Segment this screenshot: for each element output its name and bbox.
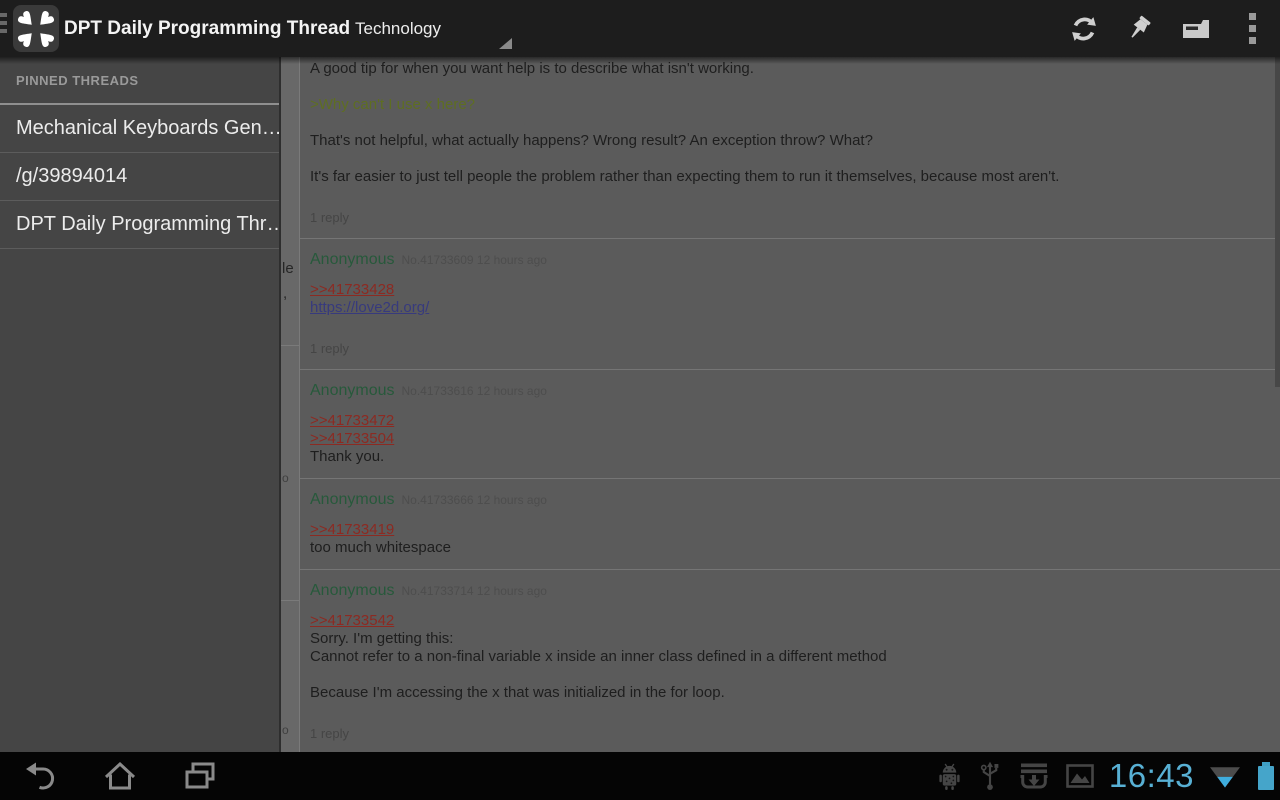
external-link[interactable]: https://love2d.org/ xyxy=(310,299,429,316)
post-text: too much whitespace xyxy=(310,539,451,556)
post-text: A good tip for when you want help is to … xyxy=(310,60,754,77)
overflow-menu-icon xyxy=(1249,13,1256,44)
post-paragraph: >>41733419too much whitespace xyxy=(310,521,1270,557)
pin-icon xyxy=(1125,14,1155,44)
nav-buttons xyxy=(0,752,240,800)
recents-button[interactable] xyxy=(160,752,240,800)
home-button[interactable] xyxy=(80,752,160,800)
app-screen: DPT Daily Programming Thread Technology xyxy=(0,0,1280,800)
background-text-fragment: , xyxy=(283,285,287,302)
post-paragraph: That's not helpful, what actually happen… xyxy=(310,132,1270,150)
quote-link[interactable]: >>41733542 xyxy=(310,612,394,629)
post-text: That's not helpful, what actually happen… xyxy=(310,132,873,149)
background-divider xyxy=(281,345,299,346)
background-text-fragment: le xyxy=(282,260,294,277)
clock: 16:43 xyxy=(1109,752,1194,800)
drawer-header: PINNED THREADS xyxy=(0,57,279,103)
poster-name: Anonymous xyxy=(310,382,395,399)
clover-icon xyxy=(14,7,58,51)
post-number-and-time: No.41733609 12 hours ago xyxy=(402,253,547,267)
thread-posts-panel[interactable]: A good tip for when you want help is to … xyxy=(299,57,1280,752)
scrollbar-thumb[interactable] xyxy=(1275,57,1280,387)
post-paragraph: >>41733472>>41733504Thank you. xyxy=(310,412,1270,466)
post[interactable]: Anonymous No.41733616 12 hours ago >>41733… xyxy=(300,370,1280,478)
system-nav-bar: 16:43 xyxy=(0,752,1280,800)
navigation-drawer: PINNED THREADS Mechanical Keyboards Gen…… xyxy=(0,57,281,752)
post-paragraph: It's far easier to just tell people the … xyxy=(310,168,1270,186)
post[interactable]: Anonymous No.41733714 12 hours ago >>41733… xyxy=(300,570,1280,752)
board-spinner-label: Technology xyxy=(355,0,441,57)
reply-count[interactable]: 1 reply xyxy=(310,210,1270,226)
post-text: Cannot refer to a non-final variable x i… xyxy=(310,648,887,665)
post-paragraph: Because I'm accessing the x that was ini… xyxy=(310,684,1270,702)
back-icon xyxy=(20,756,60,796)
quote-link[interactable]: >>41733472 xyxy=(310,412,394,429)
content-area: le , o o A good tip for when you want he… xyxy=(0,57,1280,752)
post[interactable]: A good tip for when you want help is to … xyxy=(300,57,1280,238)
battery-icon xyxy=(1258,762,1274,790)
refresh-icon xyxy=(1069,14,1099,44)
pin-button[interactable] xyxy=(1112,0,1168,57)
pinned-thread-item[interactable]: DPT Daily Programming Thr… xyxy=(0,201,279,249)
post-header: Anonymous No.41733609 12 hours ago xyxy=(310,251,1270,269)
overflow-menu-button[interactable] xyxy=(1224,0,1280,57)
download-icon xyxy=(1017,761,1051,792)
action-bar: DPT Daily Programming Thread Technology xyxy=(0,0,1280,57)
home-icon xyxy=(100,756,140,796)
quote-link[interactable]: >>41733419 xyxy=(310,521,394,538)
menu-icon[interactable] xyxy=(0,13,7,37)
background-divider xyxy=(281,600,299,601)
reply-count[interactable]: 1 reply xyxy=(310,726,1270,742)
app-logo-clover-icon[interactable] xyxy=(13,5,59,52)
greentext: >Why can't I use x here? xyxy=(310,96,475,113)
post[interactable]: Anonymous No.41733666 12 hours ago >>41733… xyxy=(300,479,1280,569)
reply-icon xyxy=(1181,17,1211,41)
recents-icon xyxy=(180,756,220,796)
dimmed-background-pane: le , o o xyxy=(281,57,299,752)
back-button[interactable] xyxy=(0,752,80,800)
post-number-and-time: No.41733714 12 hours ago xyxy=(402,584,547,598)
post-paragraph: >>41733428https://love2d.org/ xyxy=(310,281,1270,317)
poster-name: Anonymous xyxy=(310,491,395,508)
action-bar-buttons xyxy=(1056,0,1280,57)
pinned-thread-item[interactable]: Mechanical Keyboards Gen… xyxy=(0,105,279,153)
gallery-icon xyxy=(1065,763,1095,789)
quote-link[interactable]: >>41733504 xyxy=(310,430,394,447)
post-header: Anonymous No.41733666 12 hours ago xyxy=(310,491,1270,509)
post-text: Thank you. xyxy=(310,448,384,465)
usb-icon xyxy=(977,760,1003,792)
post-header: Anonymous No.41733616 12 hours ago xyxy=(310,382,1270,400)
spinner-caret-icon xyxy=(499,38,512,49)
quote-link[interactable]: >>41733428 xyxy=(310,281,394,298)
post-text: It's far easier to just tell people the … xyxy=(310,168,1059,185)
post-paragraph: >>41733542Sorry. I'm getting this:Cannot… xyxy=(310,612,1270,666)
background-text-fragment: o xyxy=(282,471,289,485)
reply-count[interactable]: 1 reply xyxy=(310,341,1270,357)
post-number-and-time: No.41733616 12 hours ago xyxy=(402,384,547,398)
status-tray[interactable]: 16:43 xyxy=(936,752,1274,800)
post-header: Anonymous No.41733714 12 hours ago xyxy=(310,582,1270,600)
post-text: Sorry. I'm getting this: xyxy=(310,630,453,647)
wifi-icon xyxy=(1210,765,1240,788)
background-text-fragment: o xyxy=(282,723,289,737)
post[interactable]: Anonymous No.41733609 12 hours ago >>41733… xyxy=(300,239,1280,369)
page-title: DPT Daily Programming Thread xyxy=(64,0,350,57)
reply-button[interactable] xyxy=(1168,0,1224,57)
poster-name: Anonymous xyxy=(310,582,395,599)
post-number-and-time: No.41733666 12 hours ago xyxy=(402,493,547,507)
post-paragraph: >Why can't I use x here? xyxy=(310,96,1270,114)
post-paragraph: A good tip for when you want help is to … xyxy=(310,60,1270,78)
poster-name: Anonymous xyxy=(310,251,395,268)
board-spinner[interactable]: Technology xyxy=(330,0,515,57)
android-debug-icon xyxy=(936,761,963,792)
refresh-button[interactable] xyxy=(1056,0,1112,57)
post-text: Because I'm accessing the x that was ini… xyxy=(310,684,725,701)
pinned-thread-item[interactable]: /g/39894014 xyxy=(0,153,279,201)
